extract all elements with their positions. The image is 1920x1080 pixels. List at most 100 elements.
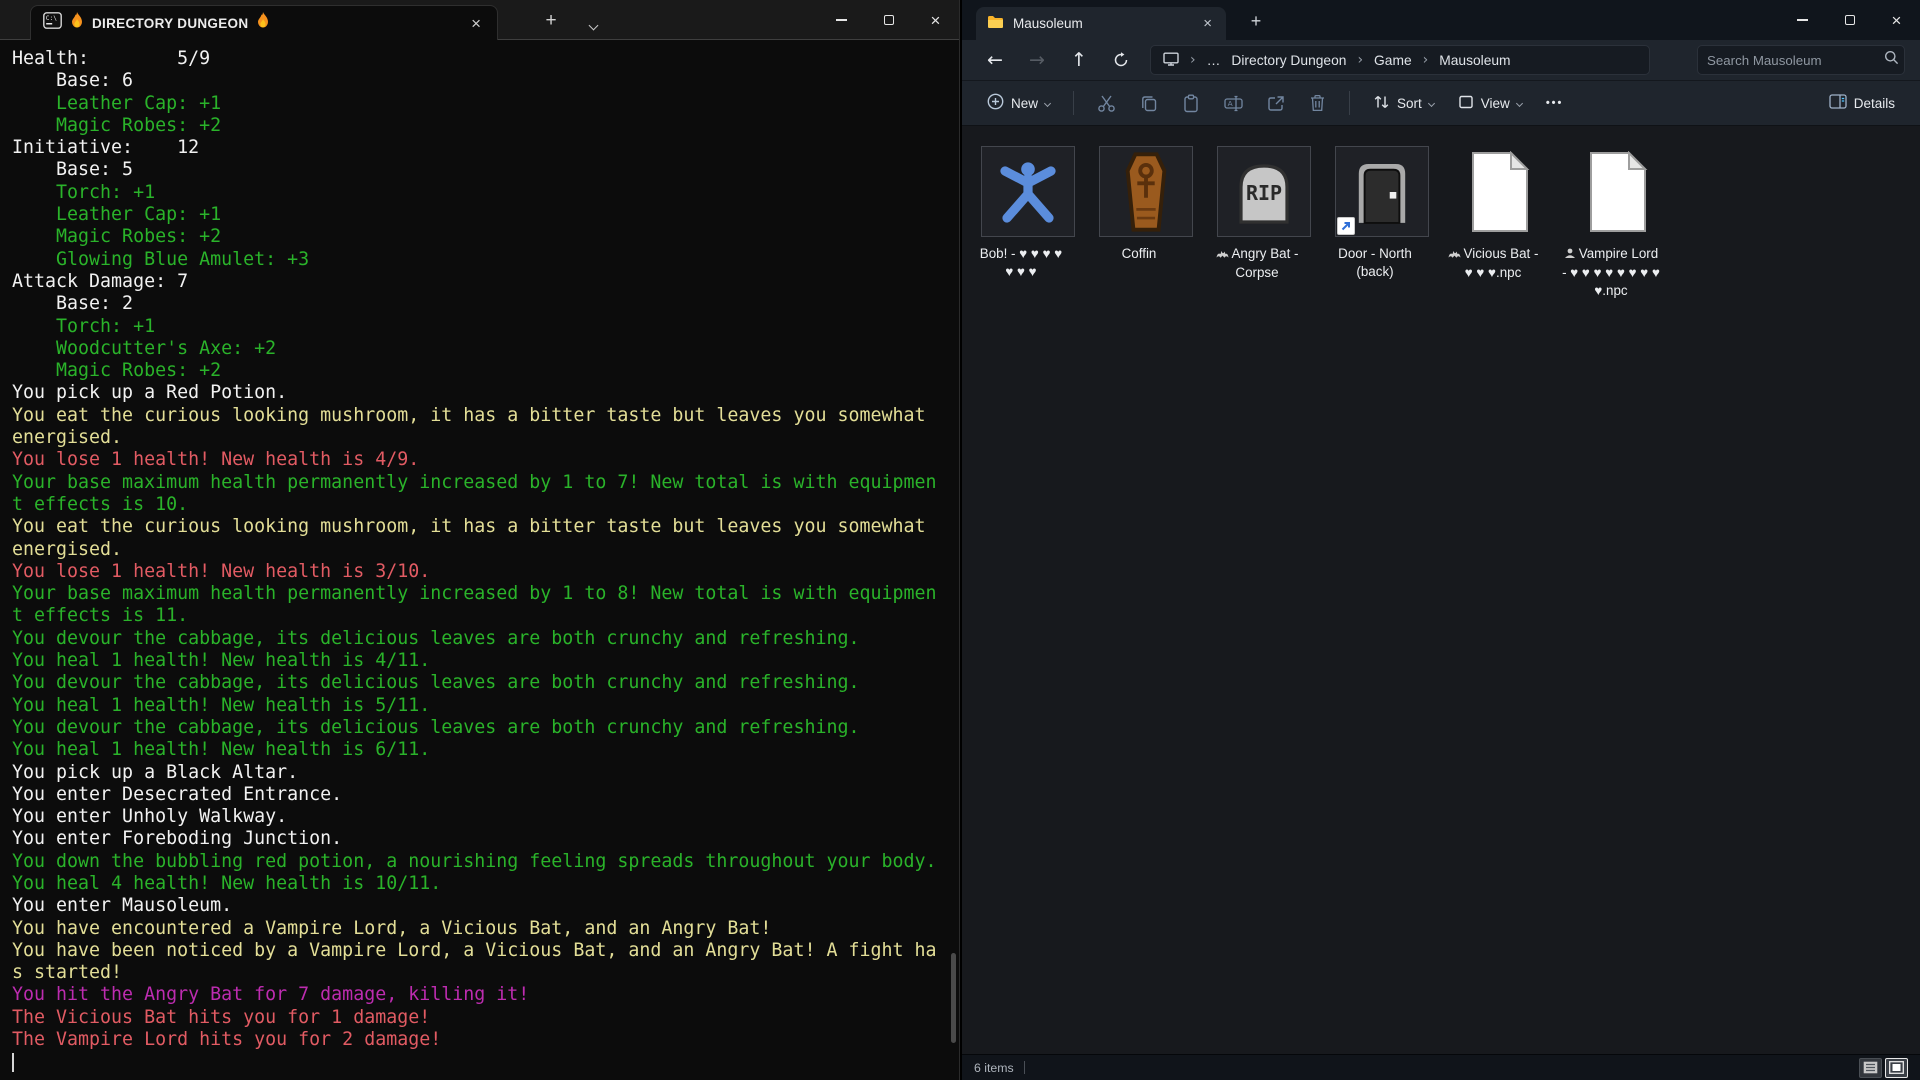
- forward-button[interactable]: →: [1016, 44, 1058, 76]
- file-label: Coffin: [1078, 245, 1200, 263]
- details-button-label: Details: [1854, 96, 1895, 111]
- breadcrumb-chevron-icon[interactable]: ›: [1357, 52, 1363, 68]
- terminal-window-controls: ×: [818, 0, 959, 40]
- terminal-line: Magic Robes: +2: [12, 226, 948, 248]
- monitor-icon[interactable]: [1163, 52, 1179, 69]
- tab-dropdown-icon[interactable]: [590, 16, 597, 34]
- tombstone-icon: RIP: [1217, 146, 1311, 237]
- up-button[interactable]: ↑: [1058, 44, 1100, 76]
- terminal-scrollbar[interactable]: [950, 48, 956, 1076]
- refresh-button[interactable]: [1100, 44, 1142, 76]
- details-view-toggle[interactable]: [1859, 1058, 1882, 1078]
- explorer-titlebar: Mausoleum × + ×: [962, 0, 1920, 40]
- file-item[interactable]: Door - North(back): [1335, 146, 1429, 300]
- terminal-line: You have encountered a Vampire Lord, a V…: [12, 918, 948, 940]
- terminal-line: Base: 5: [12, 159, 948, 181]
- file-item[interactable]: RIPAngry Bat -Corpse: [1217, 146, 1311, 300]
- terminal-titlebar: C:\ DIRECTORY DUNGEON × + ×: [0, 0, 959, 40]
- terminal-line: Your base maximum health permanently inc…: [12, 583, 948, 605]
- terminal-line: You down the bubbling red potion, a nour…: [12, 851, 948, 873]
- file-item[interactable]: Coffin: [1099, 146, 1193, 300]
- bat-icon: [1448, 246, 1461, 264]
- cut-button[interactable]: [1088, 88, 1125, 119]
- view-icon: [1458, 94, 1474, 113]
- terminal-line: You enter Unholy Walkway.: [12, 806, 948, 828]
- more-options-icon[interactable]: •••: [1537, 91, 1573, 115]
- toolbar-divider: [1349, 91, 1350, 115]
- terminal-line: You devour the cabbage, its delicious le…: [12, 717, 948, 739]
- file-item[interactable]: Vampire Lord- ♥ ♥ ♥ ♥ ♥ ♥ ♥ ♥♥.npc: [1571, 146, 1665, 300]
- large-icons-view-toggle[interactable]: [1885, 1058, 1908, 1078]
- terminal-line: s started!: [12, 962, 948, 984]
- new-tab-button[interactable]: +: [536, 8, 566, 34]
- terminal-line: You hit the Angry Bat for 7 damage, kill…: [12, 984, 948, 1006]
- tab-close-icon[interactable]: ×: [1200, 16, 1215, 31]
- breadcrumb-item[interactable]: Game: [1374, 53, 1412, 68]
- maximize-button[interactable]: [865, 0, 912, 40]
- close-button[interactable]: ×: [912, 0, 959, 40]
- delete-button[interactable]: [1300, 88, 1335, 118]
- maximize-button[interactable]: [1826, 0, 1873, 40]
- file-item[interactable]: Vicious Bat -♥ ♥ ♥.npc: [1453, 146, 1547, 300]
- breadcrumb-item[interactable]: Mausoleum: [1439, 53, 1510, 68]
- close-button[interactable]: ×: [1873, 0, 1920, 40]
- view-button[interactable]: View: [1449, 88, 1531, 119]
- status-divider: [1024, 1061, 1025, 1074]
- file-label: Angry Bat -Corpse: [1196, 245, 1318, 282]
- new-button[interactable]: New: [978, 87, 1059, 119]
- terminal-line: Leather Cap: +1: [12, 93, 948, 115]
- paste-button[interactable]: [1173, 88, 1209, 119]
- search-input[interactable]: [1707, 53, 1884, 68]
- terminal-line: energised.: [12, 427, 948, 449]
- svg-text:A: A: [1228, 99, 1233, 108]
- terminal-line: Woodcutter's Axe: +2: [12, 338, 948, 360]
- document-icon: [1571, 146, 1665, 237]
- shortcut-arrow-icon: [1337, 217, 1355, 235]
- flame-icon: [256, 12, 270, 34]
- minimize-button[interactable]: [1779, 0, 1826, 40]
- search-icon[interactable]: [1884, 50, 1899, 70]
- new-tab-button[interactable]: +: [1242, 9, 1270, 33]
- terminal-line: Torch: +1: [12, 316, 948, 338]
- terminal-tab[interactable]: C:\ DIRECTORY DUNGEON ×: [30, 5, 498, 40]
- toolbar-divider: [1073, 91, 1074, 115]
- explorer-tab[interactable]: Mausoleum ×: [976, 7, 1226, 40]
- terminal-line: You enter Foreboding Junction.: [12, 828, 948, 850]
- vampire-icon: [1564, 246, 1576, 264]
- terminal-line: Base: 2: [12, 293, 948, 315]
- terminal-tab-title: DIRECTORY DUNGEON: [92, 16, 248, 31]
- details-pane-button[interactable]: Details: [1820, 88, 1904, 118]
- back-button[interactable]: ←: [974, 44, 1016, 76]
- breadcrumb-chevron-icon[interactable]: ›: [1423, 52, 1429, 68]
- terminal-line: Magic Robes: +2: [12, 360, 948, 382]
- terminal-window: C:\ DIRECTORY DUNGEON × + × Health: 5/9 …: [0, 0, 960, 1080]
- minimize-button[interactable]: [818, 0, 865, 40]
- terminal-line: Leather Cap: +1: [12, 204, 948, 226]
- terminal-line: Attack Damage: 7: [12, 271, 948, 293]
- terminal-line: You heal 1 health! New health is 6/11.: [12, 739, 948, 761]
- share-button[interactable]: [1258, 89, 1294, 118]
- svg-text:C:\: C:\: [46, 15, 57, 22]
- bat-icon: [1216, 246, 1229, 264]
- terminal-line: You lose 1 health! New health is 3/10.: [12, 561, 948, 583]
- file-list-area: Bob! - ♥ ♥ ♥ ♥♥ ♥ ♥CoffinRIPAngry Bat -C…: [962, 127, 1920, 1054]
- search-box: [1697, 45, 1905, 75]
- file-item[interactable]: Bob! - ♥ ♥ ♥ ♥♥ ♥ ♥: [981, 146, 1075, 300]
- person-figure-icon: [981, 146, 1075, 237]
- breadcrumb-chevron-icon[interactable]: ›: [1190, 52, 1196, 68]
- terminal-line: Base: 6: [12, 70, 948, 92]
- terminal-line: t effects is 10.: [12, 494, 948, 516]
- tab-close-icon[interactable]: ×: [467, 15, 485, 32]
- terminal-line: Magic Robes: +2: [12, 115, 948, 137]
- door-icon: [1335, 146, 1429, 237]
- svg-text:RIP: RIP: [1246, 181, 1282, 205]
- sort-button[interactable]: Sort: [1364, 88, 1443, 119]
- rename-button[interactable]: A: [1215, 89, 1252, 118]
- breadcrumb-item[interactable]: …: [1207, 53, 1221, 68]
- breadcrumb-item[interactable]: Directory Dungeon: [1231, 53, 1346, 68]
- copy-button[interactable]: [1131, 88, 1167, 118]
- explorer-window-controls: ×: [1779, 0, 1920, 40]
- breadcrumb[interactable]: › … Directory Dungeon › Game › Mausoleum: [1150, 45, 1650, 75]
- file-label: Door - North(back): [1314, 245, 1436, 281]
- plus-circle-icon: [987, 93, 1004, 113]
